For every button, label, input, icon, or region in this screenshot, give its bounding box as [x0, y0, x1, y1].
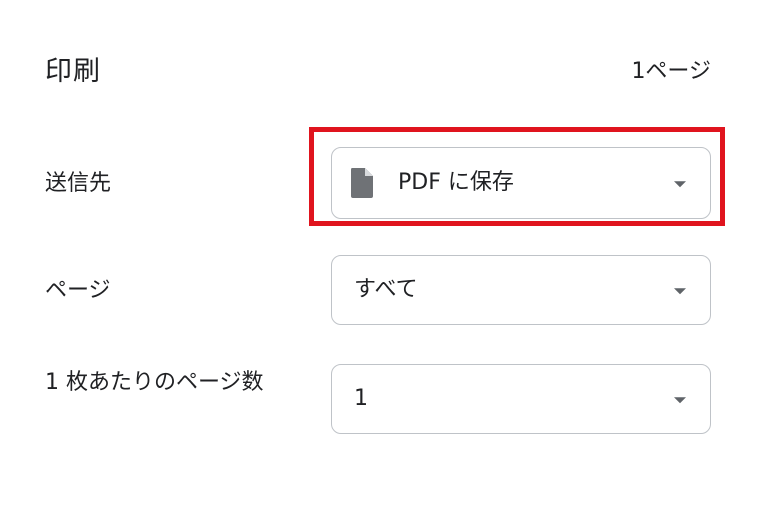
pages-per-sheet-value: 1	[354, 386, 368, 411]
pages-label: ページ	[45, 278, 111, 303]
page-title: 印刷	[45, 56, 101, 87]
dropdown-arrow-icon	[674, 288, 686, 295]
pages-value: すべて	[354, 277, 418, 302]
destination-value: PDF に保存	[398, 170, 514, 195]
destination-select[interactable]: PDF に保存	[331, 147, 711, 219]
pages-select[interactable]: すべて	[331, 255, 711, 325]
pages-per-sheet-select[interactable]: 1	[331, 364, 711, 434]
pages-per-sheet-label: 1 枚あたりのページ数	[45, 370, 264, 395]
destination-label: 送信先	[45, 171, 112, 196]
dropdown-arrow-icon	[674, 397, 686, 404]
page-count: 1ページ	[631, 59, 711, 84]
print-dialog: 印刷 1ページ 送信先 PDF に保存 ページ すべて 1 枚あたりのページ数 …	[0, 0, 760, 516]
dropdown-arrow-icon	[674, 181, 686, 188]
